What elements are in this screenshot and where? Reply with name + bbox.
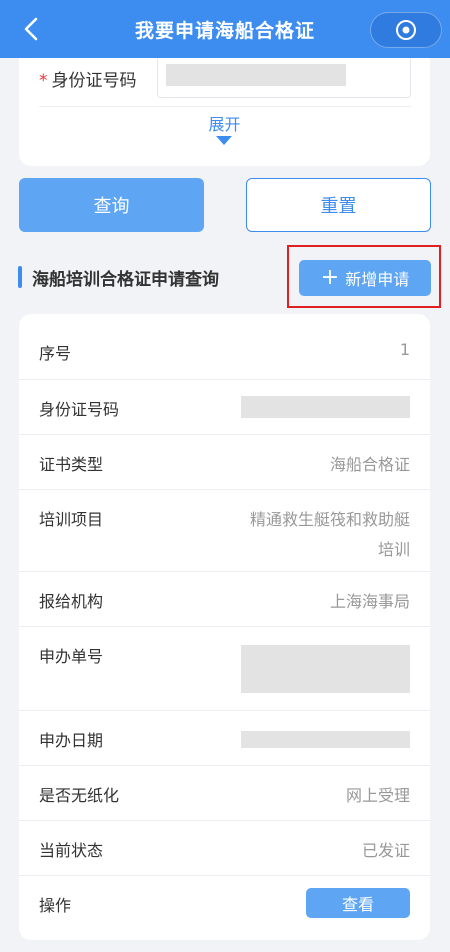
training-label: 培训项目 xyxy=(39,510,104,529)
detail-row-seq: 序号 1 xyxy=(19,314,430,380)
application-detail-card: 序号 1 身份证号码 证书类型 海船合格证 培训项目 精通救生艇筏和救助艇 培训… xyxy=(19,314,430,940)
id-number-input[interactable] xyxy=(157,58,411,98)
id-number-label: 身份证号码 xyxy=(39,400,120,419)
cert-type-label: 证书类型 xyxy=(39,455,104,474)
divider xyxy=(39,106,411,107)
section-title: 海船培训合格证申请查询 xyxy=(32,270,219,290)
issuer-value: 上海海事局 xyxy=(329,592,410,611)
masked-id-value xyxy=(241,396,410,418)
detail-row-issuer: 报给机构 上海海事局 xyxy=(19,572,430,627)
detail-row-status: 当前状态 已发证 xyxy=(19,821,430,876)
detail-row-action: 操作 查看 xyxy=(19,876,430,931)
masked-app-no-value xyxy=(241,645,410,693)
query-button[interactable]: 查询 xyxy=(19,178,204,232)
add-application-button[interactable]: + 新增申请 xyxy=(299,260,431,296)
masked-app-date-value xyxy=(241,731,410,748)
chevron-left-icon[interactable] xyxy=(20,16,44,42)
detail-row-paperless: 是否无纸化 网上受理 xyxy=(19,766,430,821)
app-date-label: 申办日期 xyxy=(39,731,104,750)
detail-row-app-no: 申办单号 xyxy=(19,627,430,711)
status-label: 当前状态 xyxy=(39,841,104,860)
status-value: 已发证 xyxy=(361,841,410,860)
page-title: 我要申请海船合格证 xyxy=(134,19,315,42)
masked-value xyxy=(166,64,346,86)
cert-type-value: 海船合格证 xyxy=(329,455,410,474)
training-value-line1: 精通救生艇筏和救助艇 xyxy=(249,510,410,529)
record-icon xyxy=(396,20,416,40)
reset-button[interactable]: 重置 xyxy=(246,178,431,232)
id-number-label: * 身份证号码 xyxy=(39,71,137,91)
required-mark: * xyxy=(39,71,48,91)
add-application-label: 新增申请 xyxy=(345,270,410,289)
view-button[interactable]: 查看 xyxy=(306,888,410,918)
capsule-menu[interactable] xyxy=(370,12,442,48)
app-no-label: 申办单号 xyxy=(39,647,104,666)
section-accent-bar xyxy=(18,266,22,288)
expand-toggle[interactable]: 展开 xyxy=(19,111,430,135)
detail-row-cert-type: 证书类型 海船合格证 xyxy=(19,435,430,490)
issuer-label: 报给机构 xyxy=(39,592,104,611)
seq-label: 序号 xyxy=(39,344,72,363)
detail-row-training: 培训项目 精通救生艇筏和救助艇 培训 xyxy=(19,490,430,572)
detail-row-id: 身份证号码 xyxy=(19,380,430,435)
training-value-line2: 培训 xyxy=(377,540,410,559)
app-header: 我要申请海船合格证 xyxy=(0,0,450,58)
action-label: 操作 xyxy=(39,896,72,915)
plus-icon: + xyxy=(320,265,340,290)
paperless-value: 网上受理 xyxy=(345,786,410,805)
search-form-card: * 身份证号码 展开 xyxy=(19,58,430,166)
detail-row-app-date: 申办日期 xyxy=(19,711,430,766)
seq-value: 1 xyxy=(399,340,410,359)
paperless-label: 是否无纸化 xyxy=(39,786,120,805)
caret-down-icon[interactable] xyxy=(216,136,232,146)
